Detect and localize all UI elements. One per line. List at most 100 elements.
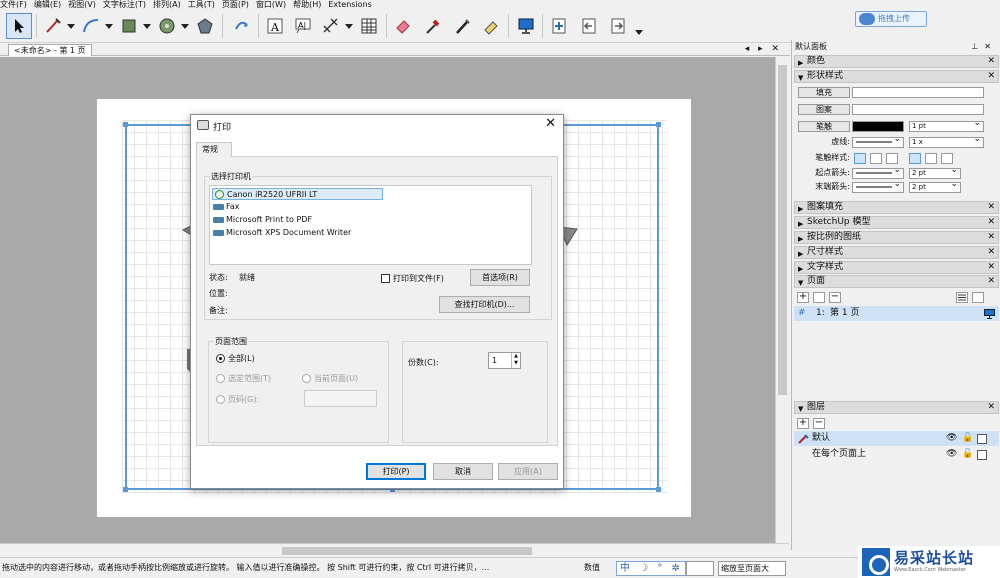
section-pages[interactable]: ▼ 页面 ✕ — [794, 275, 999, 288]
delete-layer-button[interactable]: − — [813, 418, 825, 429]
eraser-tool-button[interactable] — [390, 13, 416, 39]
tab-navigation-controls[interactable]: ◂ ▸ ✕ — [745, 43, 782, 55]
cancel-button[interactable]: 取消 — [433, 463, 493, 480]
resize-handle[interactable] — [123, 122, 128, 127]
join-round-button[interactable] — [925, 153, 937, 164]
page-range-input[interactable] — [304, 390, 377, 407]
cap-round-button[interactable] — [870, 153, 882, 164]
pages-icon[interactable] — [977, 450, 987, 460]
printer-item-fax[interactable]: Fax — [212, 201, 240, 213]
duplicate-page-button[interactable] — [813, 292, 825, 303]
add-page-button[interactable] — [546, 13, 572, 39]
circle-tool-button[interactable] — [154, 13, 180, 39]
eyedropper-tool-button[interactable] — [420, 13, 446, 39]
printer-item-xps[interactable]: Microsoft XPS Document Writer — [212, 227, 351, 239]
end-arrow-select[interactable] — [852, 180, 904, 193]
close-icon[interactable]: ✕ — [987, 71, 995, 82]
range-all-radio[interactable] — [216, 354, 225, 363]
ime-toolbar[interactable]: 中 ☽ ° ✲ — [616, 561, 686, 576]
close-icon[interactable]: ✕ — [987, 232, 995, 243]
previous-page-button[interactable] — [576, 13, 602, 39]
resize-handle[interactable] — [123, 487, 128, 492]
thumbnail-view-button[interactable] — [972, 292, 984, 303]
section-layers[interactable]: ▼ 图层 ✕ — [794, 401, 999, 414]
horizontal-scroll-thumb[interactable] — [282, 547, 532, 555]
select-tool-button[interactable] — [6, 13, 32, 39]
zoom-select[interactable]: 缩放至页面大 — [718, 561, 786, 576]
close-icon[interactable]: ✕ — [545, 117, 556, 131]
close-icon[interactable]: ✕ — [987, 56, 995, 67]
menu-arrange[interactable]: 排列(A) — [153, 0, 181, 10]
range-selection-radio[interactable] — [216, 374, 225, 383]
layer-item-default[interactable]: 默认 👁 🔓 — [794, 431, 999, 446]
menu-text[interactable]: 文字标注(T) — [103, 0, 146, 10]
text-tool-button[interactable]: A — [262, 13, 288, 39]
menu-view[interactable]: 视图(V) — [68, 0, 96, 10]
page-icon[interactable] — [977, 434, 987, 444]
preferences-button[interactable]: 首选项(R) — [470, 269, 530, 286]
section-scaled-drawing[interactable]: ▶ 按比例的图纸 ✕ — [794, 231, 999, 244]
printer-list[interactable]: Canon iR2520 UFRII LT Fax Microsoft Prin… — [209, 185, 532, 265]
polygon-tool-button[interactable] — [192, 13, 218, 39]
cap-square-button[interactable] — [886, 153, 898, 164]
tab-general[interactable]: 常规 — [196, 142, 232, 157]
apply-button[interactable]: 应用(A) — [498, 463, 558, 480]
fill-color-swatch[interactable] — [852, 87, 984, 98]
fill-toggle-button[interactable]: 填充 — [798, 87, 850, 98]
presentation-button[interactable] — [513, 13, 539, 39]
section-text-style[interactable]: ▶ 文字样式 ✕ — [794, 261, 999, 274]
printer-item-pdf[interactable]: Microsoft Print to PDF — [212, 214, 312, 226]
start-arrow-size-select[interactable]: 2 pt — [909, 166, 961, 179]
document-tab[interactable]: <未命名> - 第 1 页 — [8, 44, 92, 56]
printer-item-canon[interactable]: Canon iR2520 UFRII LT — [212, 188, 383, 200]
delete-page-button[interactable]: − — [829, 292, 841, 303]
layer-item-every-page[interactable]: 在每个页面上 👁 🔓 — [794, 447, 999, 462]
menu-edit[interactable]: 编辑(E) — [34, 0, 61, 10]
menu-window[interactable]: 窗口(W) — [256, 0, 286, 10]
drag-upload-button[interactable]: 拖拽上传 — [855, 11, 927, 27]
list-view-button[interactable] — [956, 292, 968, 303]
lock-icon[interactable]: 🔓 — [962, 431, 973, 446]
find-printer-button[interactable]: 查找打印机(D)... — [439, 296, 530, 313]
next-page-button[interactable] — [605, 13, 631, 39]
dash-pattern-select[interactable] — [852, 135, 904, 148]
vertical-scrollbar[interactable] — [775, 57, 789, 543]
stroke-color-swatch[interactable] — [852, 121, 904, 132]
eye-icon[interactable]: 👁 — [946, 431, 957, 446]
resize-handle[interactable] — [656, 487, 661, 492]
measurements-input[interactable] — [686, 561, 714, 576]
line-tool-button[interactable] — [40, 13, 66, 39]
section-sketchup-model[interactable]: ▶ SketchUp 模型 ✕ — [794, 216, 999, 229]
cap-butt-button[interactable] — [854, 153, 866, 164]
stroke-width-select[interactable]: 1 pt — [909, 119, 984, 132]
panel-pin-close-controls[interactable]: ⊥✕ — [971, 40, 997, 53]
resize-handle[interactable] — [656, 122, 661, 127]
print-button[interactable]: 打印(P) — [366, 463, 426, 480]
eye-icon[interactable]: 👁 — [946, 447, 957, 462]
copies-spinner[interactable]: ▲ ▼ — [511, 353, 520, 368]
highlighter-tool-button[interactable] — [478, 13, 504, 39]
close-icon[interactable]: ✕ — [987, 402, 995, 413]
copies-input[interactable]: 1 ▲ ▼ — [488, 352, 521, 369]
arc-tool-button[interactable] — [78, 13, 104, 39]
range-pages-radio[interactable] — [216, 395, 225, 404]
start-arrow-select[interactable] — [852, 166, 904, 179]
table-tool-button[interactable] — [356, 13, 382, 39]
dimension-tool-button[interactable] — [318, 13, 344, 39]
section-shape-style[interactable]: ▼ 形状样式 ✕ — [794, 70, 999, 83]
close-icon[interactable]: ✕ — [987, 262, 995, 273]
menu-extensions[interactable]: Extensions — [328, 0, 371, 10]
add-layer-button[interactable]: + — [797, 418, 809, 429]
close-icon[interactable]: ✕ — [987, 202, 995, 213]
label-tool-button[interactable]: A| — [290, 13, 316, 39]
end-arrow-size-select[interactable]: 2 pt — [909, 180, 961, 193]
join-bevel-button[interactable] — [941, 153, 953, 164]
section-colors[interactable]: ▶ 颜色 ✕ — [794, 55, 999, 68]
rotate-tool-button[interactable] — [228, 13, 254, 39]
pattern-swatch[interactable] — [852, 104, 984, 115]
vertical-scroll-thumb[interactable] — [778, 65, 787, 395]
range-current-radio[interactable] — [302, 374, 311, 383]
section-pattern-fill[interactable]: ▶ 图案填充 ✕ — [794, 201, 999, 214]
menu-pages[interactable]: 页面(P) — [222, 0, 249, 10]
horizontal-scrollbar[interactable] — [0, 543, 789, 557]
